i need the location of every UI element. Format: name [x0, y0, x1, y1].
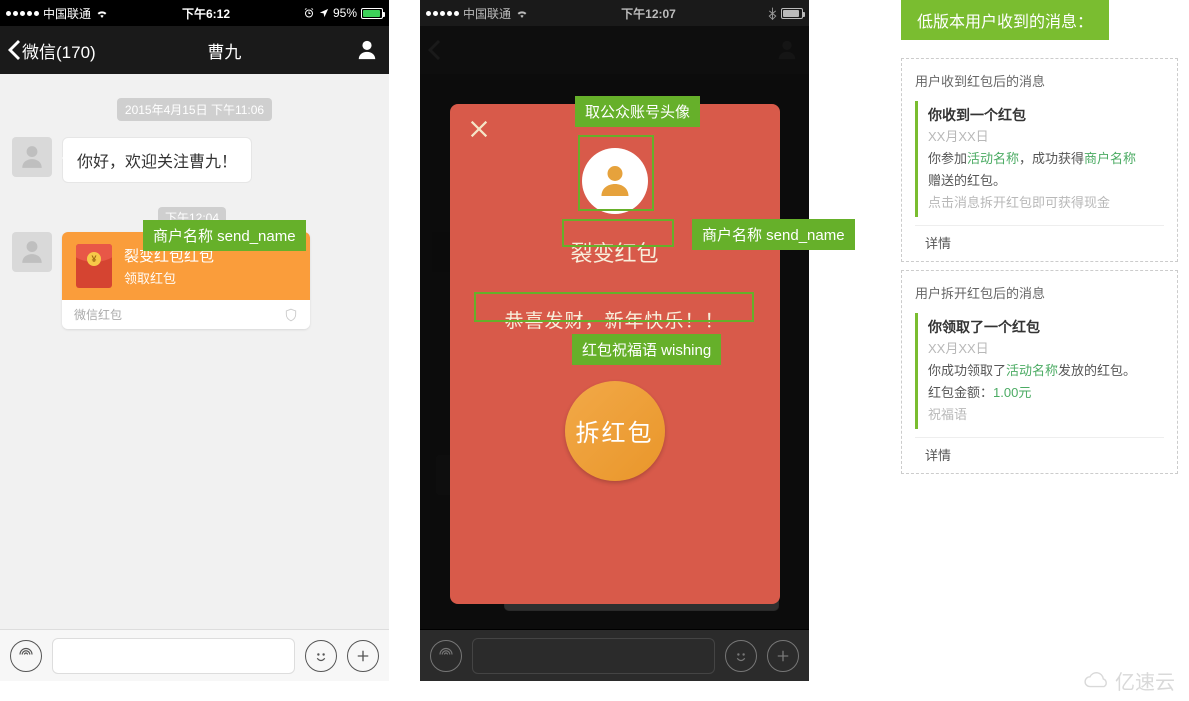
sender-avatar: [582, 148, 648, 214]
voice-icon: [437, 647, 455, 665]
details-link[interactable]: 详情: [915, 225, 1164, 252]
signal-dots-icon: [426, 11, 459, 16]
message-input-bar: [0, 629, 389, 681]
plus-icon: [354, 647, 372, 665]
red-packet-source: 微信红包: [74, 306, 122, 323]
status-bar: 中国联通 下午12:07: [420, 0, 809, 26]
text-message[interactable]: 你好，欢迎关注曹九！: [62, 137, 252, 183]
battery-pct: 95%: [333, 6, 357, 20]
card-paragraph: 赠送的红包。: [928, 170, 1164, 192]
card-amount: 红包金额：1.00元: [928, 382, 1164, 404]
person-icon: [356, 39, 378, 61]
close-button[interactable]: [468, 118, 490, 140]
voice-icon: [17, 647, 35, 665]
timestamp: 2015年4月15日 下午11:06: [117, 98, 272, 121]
card-wishing: 祝福语: [928, 404, 1164, 426]
watermark: 亿速云: [1083, 666, 1175, 695]
message-input[interactable]: [52, 638, 295, 674]
back-label: 微信(170): [22, 38, 96, 63]
smile-icon: [312, 647, 330, 665]
card-title: 你领取了一个红包: [928, 316, 1164, 338]
plus-icon: [774, 647, 792, 665]
side-header: 低版本用户收到的消息：: [901, 0, 1109, 40]
card-title: 你收到一个红包: [928, 104, 1164, 126]
wishing-text: 恭喜发财，新年快乐！！: [450, 306, 780, 333]
carrier-label: 中国联通: [463, 5, 511, 22]
person-icon: [19, 144, 45, 170]
voice-button[interactable]: [10, 640, 42, 672]
status-time: 下午12:07: [533, 5, 764, 22]
emoji-button[interactable]: [305, 640, 337, 672]
annotation-send-name-2: 商户名称 send_name: [692, 219, 855, 250]
red-packet-sub: 领取红包: [124, 268, 214, 287]
person-icon: [19, 239, 45, 265]
card-date: XX月XX日: [928, 338, 1164, 360]
battery-icon: [361, 8, 383, 19]
annotation-avatar: 取公众账号头像: [575, 96, 700, 127]
card-paragraph: 你成功领取了活动名称发放的红包。: [928, 360, 1164, 382]
back-button[interactable]: 微信(170): [8, 38, 96, 63]
chevron-left-icon: [8, 40, 20, 60]
wifi-icon: [515, 8, 529, 18]
card-head: 用户拆开红包后的消息: [915, 283, 1164, 302]
contact-button[interactable]: [353, 36, 381, 64]
person-icon: [597, 163, 633, 199]
chat-nav-bar: 微信(170) 曹九: [0, 26, 389, 74]
bluetooth-icon: [768, 7, 777, 20]
annotation-send-name: 商户名称 send_name: [143, 220, 306, 251]
more-button[interactable]: [347, 640, 379, 672]
chat-title: 曹九: [96, 38, 353, 63]
card-date: XX月XX日: [928, 126, 1164, 148]
smile-icon: [732, 647, 750, 665]
message-input-bar: [420, 629, 809, 681]
status-bar: 中国联通 下午6:12 95%: [0, 0, 389, 26]
card-opened: 用户拆开红包后的消息 你领取了一个红包 XX月XX日 你成功领取了活动名称发放的…: [901, 270, 1178, 474]
more-button[interactable]: [767, 640, 799, 672]
card-received: 用户收到红包后的消息 你收到一个红包 XX月XX日 你参加活动名称，成功获得商户…: [901, 58, 1178, 262]
voice-button[interactable]: [430, 640, 462, 672]
signal-dots-icon: [6, 11, 39, 16]
battery-icon: [781, 8, 803, 19]
close-icon: [468, 118, 490, 140]
status-time: 下午6:12: [113, 5, 299, 22]
avatar[interactable]: [12, 137, 52, 177]
card-head: 用户收到红包后的消息: [915, 71, 1164, 90]
cloud-icon: [1083, 672, 1111, 690]
card-hint: 点击消息拆开红包即可获得现金: [928, 192, 1164, 214]
details-link[interactable]: 详情: [915, 437, 1164, 464]
location-icon: [319, 8, 329, 18]
annotation-wishing: 红包祝福语 wishing: [572, 334, 721, 365]
wifi-icon: [95, 8, 109, 18]
emoji-button[interactable]: [725, 640, 757, 672]
shield-icon: [284, 308, 298, 322]
carrier-label: 中国联通: [43, 5, 91, 22]
alarm-icon: [303, 7, 315, 19]
card-paragraph: 你参加活动名称，成功获得商户名称: [928, 148, 1164, 170]
message-input[interactable]: [472, 638, 715, 674]
avatar[interactable]: [12, 232, 52, 272]
open-packet-button[interactable]: 拆红包: [565, 381, 665, 481]
red-envelope-icon: ¥: [76, 244, 112, 288]
